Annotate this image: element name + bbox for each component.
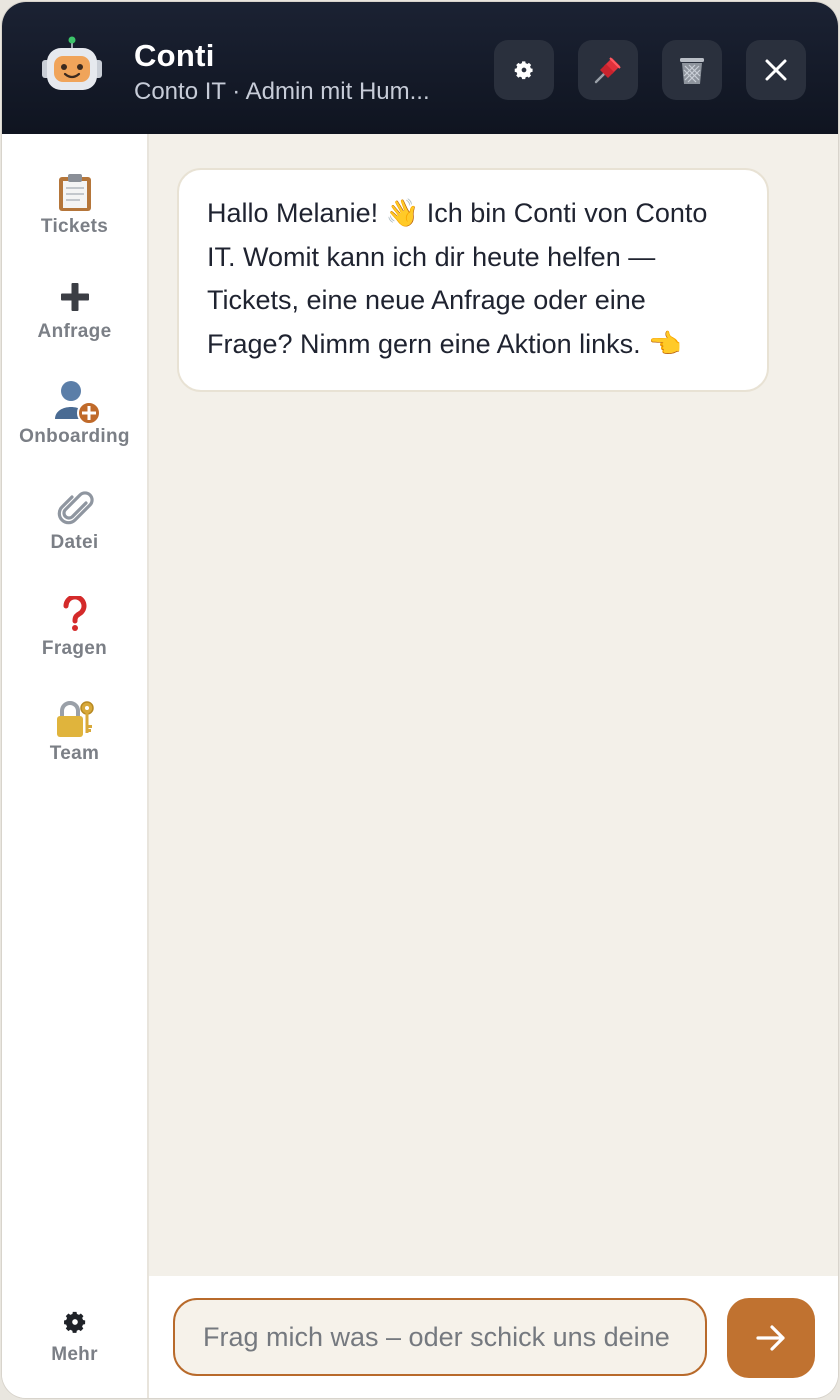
header: Conti Conto IT · Admin mit Hum... (2, 2, 838, 134)
close-button[interactable] (746, 40, 806, 100)
pushpin-icon (594, 57, 621, 84)
gear-icon (63, 1311, 85, 1333)
sidebar-item-label: Anfrage (37, 321, 112, 342)
sidebar-item-label: Fragen (41, 638, 108, 659)
assistant-name: Conti (134, 38, 215, 73)
action-sidebar: Tickets Anfrage Onboarding Datei Fragen … (2, 134, 149, 1398)
sidebar-item-onboarding[interactable]: Onboarding (2, 381, 147, 448)
sidebar-item-label: Datei (50, 532, 99, 553)
message-input[interactable] (173, 1298, 707, 1376)
sidebar-item-label: Team (49, 743, 100, 764)
sidebar-item-label: Onboarding (19, 426, 130, 447)
sidebar-item-tickets[interactable]: Tickets (2, 172, 147, 238)
settings-button[interactable] (494, 40, 554, 100)
paperclip-icon (57, 491, 94, 525)
sidebar-item-label: Tickets (40, 216, 109, 237)
close-icon (765, 59, 787, 81)
chat-area[interactable]: Hallo Melanie! 👋 Ich bin Conti von Conto… (149, 134, 838, 1276)
sidebar-item-datei[interactable]: Datei (2, 488, 147, 554)
sidebar-item-fragen[interactable]: Fragen (2, 594, 147, 660)
sidebar-item-label: Mehr (51, 1344, 98, 1365)
chat-window: Conti Conto IT · Admin mit Hum... Ticket… (2, 2, 838, 1398)
send-button[interactable] (727, 1298, 815, 1378)
arrow-right-icon (756, 1325, 785, 1351)
robot-avatar-icon (40, 34, 104, 94)
question-icon (62, 596, 86, 631)
pin-button[interactable] (578, 40, 638, 100)
delete-button[interactable] (662, 40, 722, 100)
sidebar-item-team[interactable]: Team (2, 699, 147, 765)
add-user-icon (54, 381, 101, 425)
bot-message-bubble: Hallo Melanie! 👋 Ich bin Conti von Conto… (177, 168, 769, 392)
lock-key-icon (56, 701, 94, 737)
composer (149, 1276, 838, 1398)
gear-icon (514, 61, 533, 80)
trash-icon (680, 58, 704, 84)
assistant-subtitle: Conto IT · Admin mit Hum... (134, 78, 430, 105)
clipboard-icon (58, 174, 91, 211)
plus-icon (60, 283, 89, 311)
sidebar-item-more[interactable]: Mehr (2, 1304, 147, 1366)
sidebar-item-anfrage[interactable]: Anfrage (2, 277, 147, 343)
